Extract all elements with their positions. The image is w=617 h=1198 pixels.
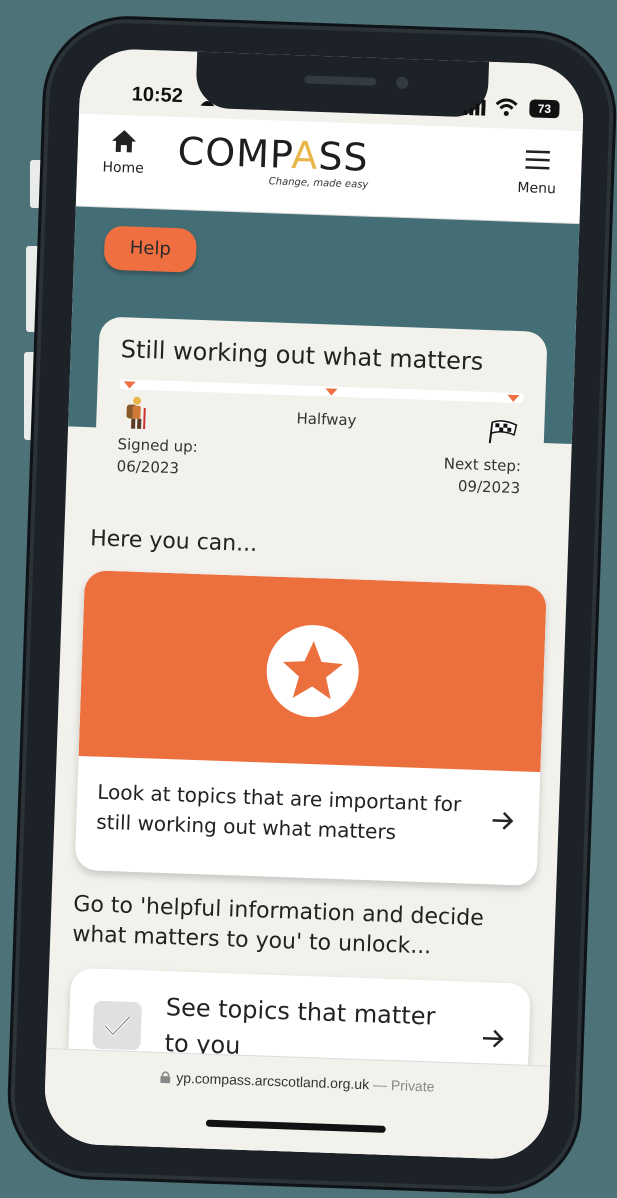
- next-step-date: 09/2023: [457, 477, 521, 498]
- camera-notch: [195, 47, 490, 118]
- checkmark-icon: [104, 1015, 131, 1037]
- topics-card-banner: [78, 570, 547, 773]
- next-step-label: Next step:: [443, 454, 522, 476]
- status-time: 10:52: [131, 83, 184, 108]
- compass-logo: COMPASS Change, made easy: [176, 129, 418, 201]
- star-icon: [266, 625, 359, 718]
- topics-card-text: Look at topics that are important for st…: [95, 779, 462, 845]
- wifi-icon: [495, 98, 518, 116]
- progress-track: [119, 379, 524, 404]
- arrow-right-icon: [482, 1029, 504, 1048]
- end-marker: [507, 394, 520, 403]
- signed-up-label: Signed up:: [117, 435, 199, 456]
- phone-screen: 10:52 73 Home COMPASS Change, made easy …: [43, 47, 586, 1161]
- phone-volume-down-button: [24, 352, 38, 440]
- speaker-grille: [304, 75, 377, 86]
- front-camera: [396, 76, 409, 90]
- home-label: Home: [102, 159, 145, 177]
- progress-card: Still working out what matters Halfway S…: [93, 316, 548, 518]
- menu-label: Menu: [517, 179, 557, 198]
- checkbox-tile: [92, 1000, 143, 1051]
- topics-card[interactable]: Look at topics that are important for st…: [74, 570, 547, 887]
- app-header: Home COMPASS Change, made easy Menu: [75, 113, 583, 225]
- logo-wordmark: COMPASS: [176, 129, 370, 180]
- arrow-right-icon: [492, 811, 514, 830]
- hiker-icon: [126, 396, 146, 430]
- phone-side-button: [30, 160, 44, 208]
- halfway-label: Halfway: [296, 409, 357, 430]
- cellular-signal-icon: [463, 99, 486, 116]
- halfway-marker: [325, 388, 338, 396]
- lock-icon: [160, 1071, 171, 1084]
- start-marker: [123, 381, 136, 389]
- url-text: yp.compass.arcscotland.org.uk: [175, 1069, 370, 1093]
- phone-frame: 10:52 73 Home COMPASS Change, made easy …: [12, 20, 612, 1190]
- battery-indicator: 73: [529, 99, 560, 119]
- home-icon: [112, 130, 137, 153]
- hamburger-menu-icon: [525, 150, 550, 170]
- url-separator: —: [368, 1076, 392, 1094]
- section-heading: Here you can...: [89, 526, 258, 558]
- browser-address-bar[interactable]: yp.compass.arcscotland.org.uk — Private: [43, 1047, 551, 1161]
- menu-button[interactable]: Menu: [508, 149, 566, 198]
- help-button[interactable]: Help: [103, 225, 198, 273]
- finish-flag-icon: [488, 420, 518, 444]
- progress-title: Still working out what matters: [120, 335, 484, 376]
- logo-tagline: Change, made easy: [268, 176, 369, 191]
- screenshot-stage: 10:52 73 Home COMPASS Change, made easy …: [0, 0, 617, 1198]
- private-mode-label: Private: [390, 1077, 435, 1095]
- phone-volume-up-button: [26, 246, 40, 332]
- url-row[interactable]: yp.compass.arcscotland.org.uk — Private: [45, 1065, 549, 1099]
- signed-up-date: 06/2023: [116, 457, 180, 478]
- home-indicator: [205, 1119, 386, 1133]
- home-button[interactable]: Home: [94, 128, 152, 190]
- unlock-heading: Go to 'helpful information and decide wh…: [71, 891, 485, 960]
